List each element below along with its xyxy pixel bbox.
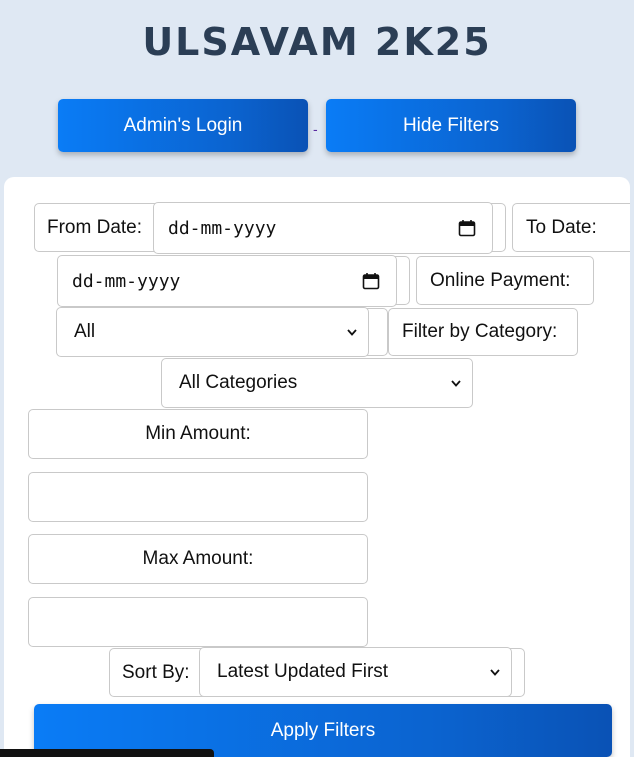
calendar-icon[interactable]: [458, 219, 476, 237]
page-title: ULSAVAM 2K25: [142, 20, 492, 64]
max-amount-label: Max Amount:: [28, 534, 368, 584]
calendar-icon[interactable]: [362, 272, 380, 290]
to-date-input[interactable]: dd-mm-yyyy: [57, 255, 397, 307]
category-value: All Categories: [179, 372, 298, 393]
from-date-input[interactable]: dd-mm-yyyy: [153, 202, 493, 254]
to-date-label: To Date:: [512, 203, 630, 252]
hide-filters-button[interactable]: Hide Filters: [326, 99, 576, 152]
min-amount-input[interactable]: [28, 472, 368, 522]
chevron-down-icon: [347, 329, 357, 336]
sort-by-value: Latest Updated First: [217, 661, 389, 682]
online-payment-value: All: [74, 321, 96, 342]
filter-panel: From Date: dd-mm-yyyy To Date: dd-mm-yyy…: [4, 177, 630, 757]
chevron-down-icon: [451, 380, 461, 387]
sort-by-select[interactable]: Latest Updated First: [199, 647, 512, 697]
bottom-scrollbar[interactable]: [0, 749, 214, 757]
category-select[interactable]: All Categories: [161, 358, 473, 408]
online-payment-select[interactable]: All: [56, 307, 369, 357]
category-label: Filter by Category:: [388, 308, 578, 356]
min-amount-label: Min Amount:: [28, 409, 368, 459]
max-amount-input[interactable]: [28, 597, 368, 647]
to-date-placeholder: dd-mm-yyyy: [72, 270, 181, 292]
sort-by-label: Sort By:: [122, 661, 190, 683]
online-payment-label: Online Payment:: [416, 256, 594, 305]
from-date-placeholder: dd-mm-yyyy: [168, 217, 277, 239]
admin-login-button[interactable]: Admin's Login: [58, 99, 308, 152]
from-date-label: From Date:: [47, 216, 143, 238]
chevron-down-icon: [490, 669, 500, 676]
header-separator: -: [313, 121, 318, 137]
